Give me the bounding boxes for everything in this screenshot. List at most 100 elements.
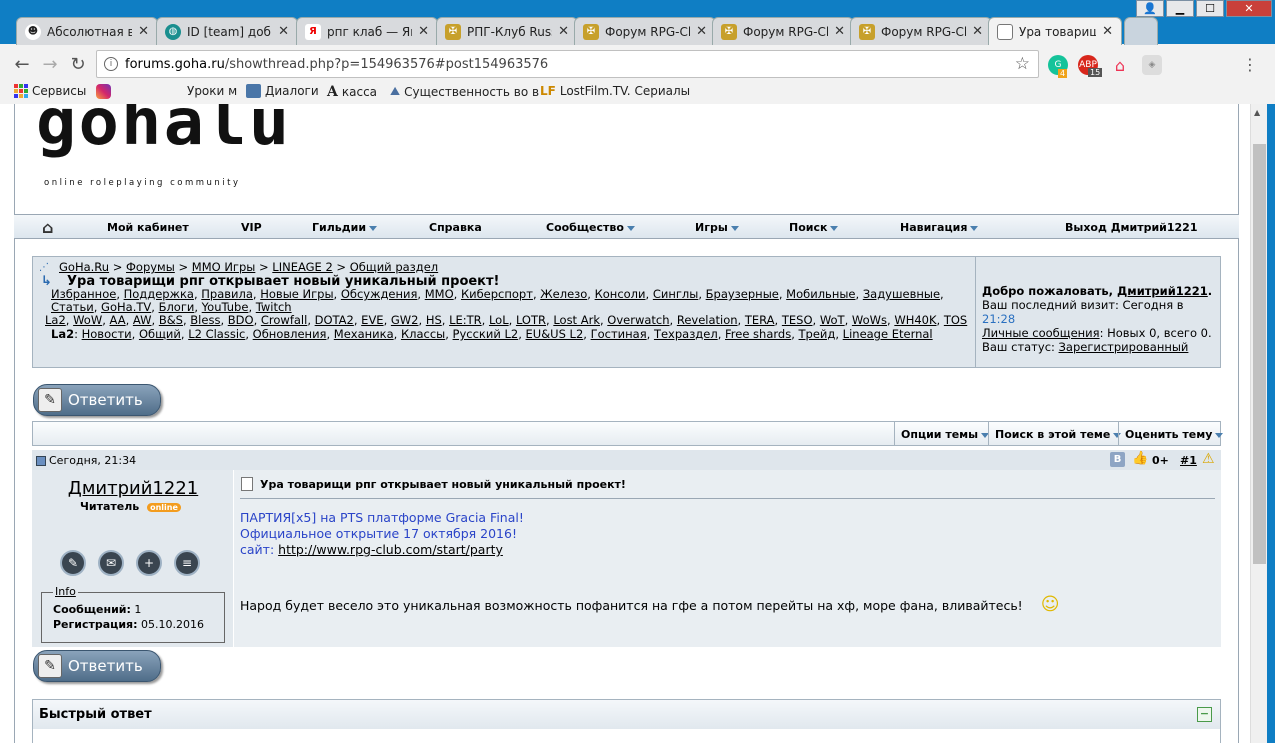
close-icon[interactable]: ✕ [834,24,845,39]
nav-link[interactable]: TESO [782,313,813,327]
nav-link[interactable]: EU&US L2 [526,327,584,341]
nav-link[interactable]: Free shards [725,327,791,341]
nav-link[interactable]: Синглы [653,287,699,301]
nav-link[interactable]: DOTA2 [315,313,354,327]
thread-options-menu[interactable]: Опции темы [894,422,995,445]
nav-link[interactable]: Правила [201,287,253,301]
thumbs-up-icon[interactable]: 👍 [1132,451,1148,466]
tab-8-active[interactable]: Ура товарищ ✕ [988,17,1122,45]
nav-link[interactable]: LINEAGE 2 [272,260,332,274]
nav-link[interactable]: WoT [820,313,845,327]
nav-navigation[interactable]: Навигация [900,221,979,234]
nav-link[interactable]: Статьи [51,300,94,314]
nav-link[interactable]: LoL [489,313,509,327]
nav-link[interactable]: HS [426,313,442,327]
reply-button-top[interactable]: ✎ Ответить [33,384,161,416]
nav-link[interactable]: AA [110,313,126,327]
nav-cabinet[interactable]: Мой кабинет [107,221,189,234]
posts-icon[interactable]: ≡ [174,550,200,576]
warning-icon[interactable]: ⚠ [1202,451,1215,467]
home-ext-icon[interactable]: ⌂ [1110,55,1130,75]
bookmark-instagram[interactable] [96,84,111,99]
nav-link[interactable]: TERA [745,313,775,327]
forward-icon[interactable]: → [38,52,62,76]
nav-link[interactable]: Техраздел [654,327,718,341]
close-icon[interactable]: ✕ [418,24,429,39]
nav-link[interactable]: Twitch [256,300,292,314]
tab-7[interactable]: ✠ Форум RPG-Cl ✕ [850,17,992,45]
nav-link[interactable]: MMO Игры [192,260,256,274]
profile-icon[interactable]: 👤 [1136,0,1164,17]
nav-link[interactable]: Избранное [51,287,116,301]
add-friend-icon[interactable]: + [136,550,162,576]
nav-link[interactable]: Обсуждения [341,287,418,301]
bookmark-kassa[interactable]: A касса [327,84,377,100]
nav-link[interactable]: L2 Classic [188,327,245,341]
close-icon[interactable]: ✕ [696,24,707,39]
nav-link[interactable]: Форумы [126,260,175,274]
nav-logout[interactable]: Выход Дмитрий1221 [1065,221,1197,234]
nav-link[interactable]: Общий раздел [350,260,438,274]
nav-link[interactable]: Новости [82,327,132,341]
close-icon[interactable]: ✕ [278,24,289,39]
pm-link[interactable]: Личные сообщения [982,326,1100,340]
tab-1[interactable]: ☻ Абсолютная в ✕ [16,17,158,45]
scrollbar-thumb[interactable] [1253,144,1266,564]
nav-games[interactable]: Игры [695,221,739,234]
close-icon[interactable]: ✕ [558,24,569,39]
tab-3[interactable]: Я рпг клаб — Ян ✕ [296,17,438,45]
nav-guilds[interactable]: Гильдии [312,221,378,234]
nav-link[interactable]: Lost Ark [553,313,600,327]
nav-link[interactable]: Блоги [159,300,195,314]
nav-link[interactable]: Обновления [253,327,327,341]
nav-link[interactable]: Lineage Eternal [843,327,933,341]
thread-rate-menu[interactable]: Оценить тему [1118,422,1229,445]
info-icon[interactable]: i [104,57,118,71]
nav-link[interactable]: Задушевные [863,287,940,301]
nav-vip[interactable]: VIP [241,221,262,234]
nav-link[interactable]: Классы [401,327,445,341]
close-window-icon[interactable]: ✕ [1226,0,1272,17]
nav-link[interactable]: Поддержка [124,287,194,301]
bookmark-lostfilm[interactable]: LF LostFilm.TV. Сериалы [540,84,690,98]
nav-link[interactable]: WoWs [852,313,887,327]
nav-link[interactable]: Новые Игры [260,287,333,301]
collapse-icon[interactable]: − [1197,707,1212,722]
close-icon[interactable]: ✕ [1102,24,1113,39]
tab-4[interactable]: ✠ РПГ-Клуб Russ ✕ [436,17,578,45]
page-scrollbar[interactable]: ▲ [1250,104,1267,743]
menu-icon[interactable]: ⋮ [1242,55,1258,74]
status-value[interactable]: Зарегистрированный [1059,340,1189,354]
nav-link[interactable]: Crowfall [261,313,307,327]
home-icon[interactable]: ⌂ [42,218,53,237]
nav-link[interactable]: Консоли [595,287,646,301]
close-icon[interactable]: ✕ [972,24,983,39]
bookmark-services[interactable]: Сервисы [14,84,86,98]
nav-link[interactable]: Гостиная [591,327,647,341]
back-icon[interactable]: ← [10,52,34,76]
nav-link[interactable]: MMO [425,287,454,301]
post-number-link[interactable]: #1 [1180,454,1197,467]
nav-link[interactable]: Bless [190,313,220,327]
nav-link[interactable]: Русский L2 [453,327,519,341]
profile-icon[interactable]: ✎ [60,550,86,576]
nav-link[interactable]: Железо [540,287,587,301]
nav-link[interactable]: Браузерные [706,287,779,301]
new-tab-button[interactable] [1124,17,1158,45]
nav-link[interactable]: Общий [139,327,181,341]
nav-link[interactable]: LE:TR [449,313,482,327]
nav-link[interactable]: B&S [159,313,183,327]
nav-link[interactable]: AW [133,313,152,327]
post-author-link[interactable]: Дмитрий1221 [32,478,234,499]
nav-link[interactable]: WH40K [894,313,936,327]
nav-link[interactable]: YouTube [202,300,249,314]
nav-link[interactable]: GW2 [391,313,419,327]
tab-6[interactable]: ✠ Форум RPG-Cl ✕ [712,17,854,45]
scroll-up-icon[interactable]: ▲ [1254,108,1260,117]
minimize-icon[interactable]: ▁ [1166,0,1194,17]
welcome-username[interactable]: Дмитрий1221 [1117,284,1208,298]
thread-search-menu[interactable]: Поиск в этой теме [988,422,1127,445]
message-icon[interactable]: ✉ [98,550,124,576]
site-link[interactable]: http://www.rpg-club.com/start/party [278,542,503,557]
tab-5[interactable]: ✠ Форум RPG-Cl ✕ [574,17,716,45]
